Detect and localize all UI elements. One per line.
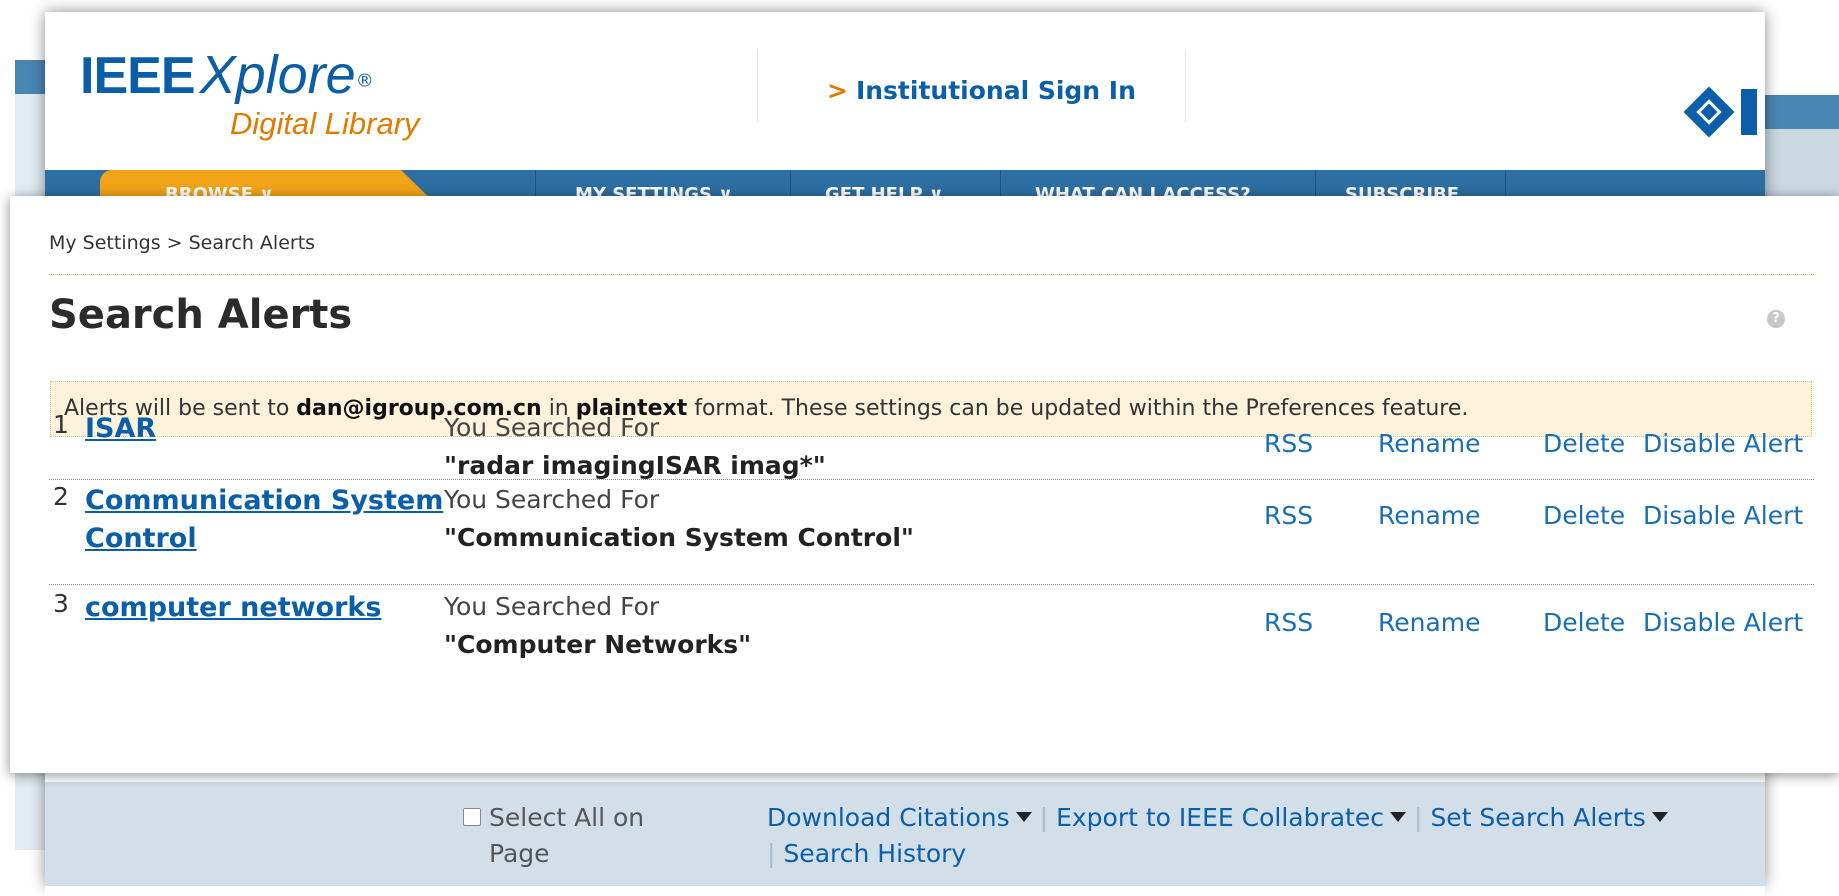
logo-xplore: Xplore <box>199 45 356 105</box>
select-all-checkbox[interactable] <box>463 808 481 826</box>
alert-name-link[interactable]: Communication System Control <box>85 482 445 558</box>
set-search-alerts-label: Set Search Alerts <box>1430 803 1646 832</box>
rss-link[interactable]: RSS <box>1264 498 1313 534</box>
chevron-right-icon: > <box>827 76 848 105</box>
disable-alert-link[interactable]: Disable Alert <box>1643 498 1803 534</box>
toolbar-separator: | <box>1414 803 1423 832</box>
alert-name-link[interactable]: computer networks <box>85 589 381 627</box>
notice-suffix: format. These settings can be updated wi… <box>687 396 1469 421</box>
breadcrumb-divider <box>49 274 1814 275</box>
rename-link[interactable]: Rename <box>1378 605 1481 641</box>
delete-link[interactable]: Delete <box>1543 498 1625 534</box>
logo-tagline: Digital Library <box>230 106 420 141</box>
caret-down-icon <box>1651 812 1668 822</box>
download-citations-menu[interactable]: Download Citations <box>767 803 1032 832</box>
header-divider <box>757 50 758 122</box>
caret-down-icon <box>1015 812 1032 822</box>
alert-number: 2 <box>53 482 69 511</box>
searched-query: "Communication System Control" <box>444 523 914 552</box>
rename-link[interactable]: Rename <box>1378 426 1481 462</box>
ieee-xplore-logo[interactable]: IEEE Xplore® Digital Library <box>80 44 420 141</box>
alert-number: 3 <box>53 589 69 618</box>
search-alerts-panel: My Settings > Search Alerts Search Alert… <box>10 196 1839 773</box>
toolbar-separator: | <box>767 839 776 868</box>
logo-registered: ® <box>355 70 374 92</box>
ieee-wordmark-partial <box>1741 89 1757 135</box>
alert-name-link[interactable]: ISAR <box>85 410 156 448</box>
rename-link[interactable]: Rename <box>1378 498 1481 534</box>
results-tools: Download Citations | Export to IEEE Collab… <box>767 800 1668 872</box>
page-title: Search Alerts <box>49 292 353 338</box>
toolbar-separator: | <box>1039 803 1049 832</box>
rss-link[interactable]: RSS <box>1264 605 1313 641</box>
searched-for-label: You Searched For <box>444 485 660 514</box>
alert-number: 1 <box>53 410 69 439</box>
select-all-control[interactable]: Select All on Page <box>463 800 699 872</box>
select-all-label: Select All on Page <box>489 803 645 868</box>
delete-link[interactable]: Delete <box>1543 605 1625 641</box>
download-citations-label: Download Citations <box>767 803 1010 832</box>
export-collabratec-menu[interactable]: Export to IEEE Collabratec <box>1056 803 1406 832</box>
signin-label: Institutional Sign In <box>855 76 1136 105</box>
institutional-sign-in-link[interactable]: > Institutional Sign In <box>827 76 1136 105</box>
disable-alert-link[interactable]: Disable Alert <box>1643 605 1803 641</box>
rss-link[interactable]: RSS <box>1264 426 1313 462</box>
caret-down-icon <box>1390 812 1406 822</box>
breadcrumb[interactable]: My Settings > Search Alerts <box>49 232 315 254</box>
delete-link[interactable]: Delete <box>1543 426 1625 462</box>
searched-query: "Computer Networks" <box>444 630 752 659</box>
logo-ieee: IEEE <box>80 47 195 105</box>
set-search-alerts-menu[interactable]: Set Search Alerts <box>1430 803 1668 832</box>
search-history-link[interactable]: Search History <box>783 839 966 868</box>
help-icon[interactable]: ? <box>1767 310 1785 328</box>
header-divider <box>1185 50 1186 122</box>
export-collabratec-label: Export to IEEE Collabratec <box>1056 803 1384 832</box>
row-divider <box>49 479 1814 480</box>
disable-alert-link[interactable]: Disable Alert <box>1643 426 1803 462</box>
searched-for-label: You Searched For <box>444 413 660 442</box>
row-divider <box>49 584 1814 585</box>
ieee-diamond-logo-icon <box>1683 86 1735 138</box>
searched-for-label: You Searched For <box>444 592 660 621</box>
